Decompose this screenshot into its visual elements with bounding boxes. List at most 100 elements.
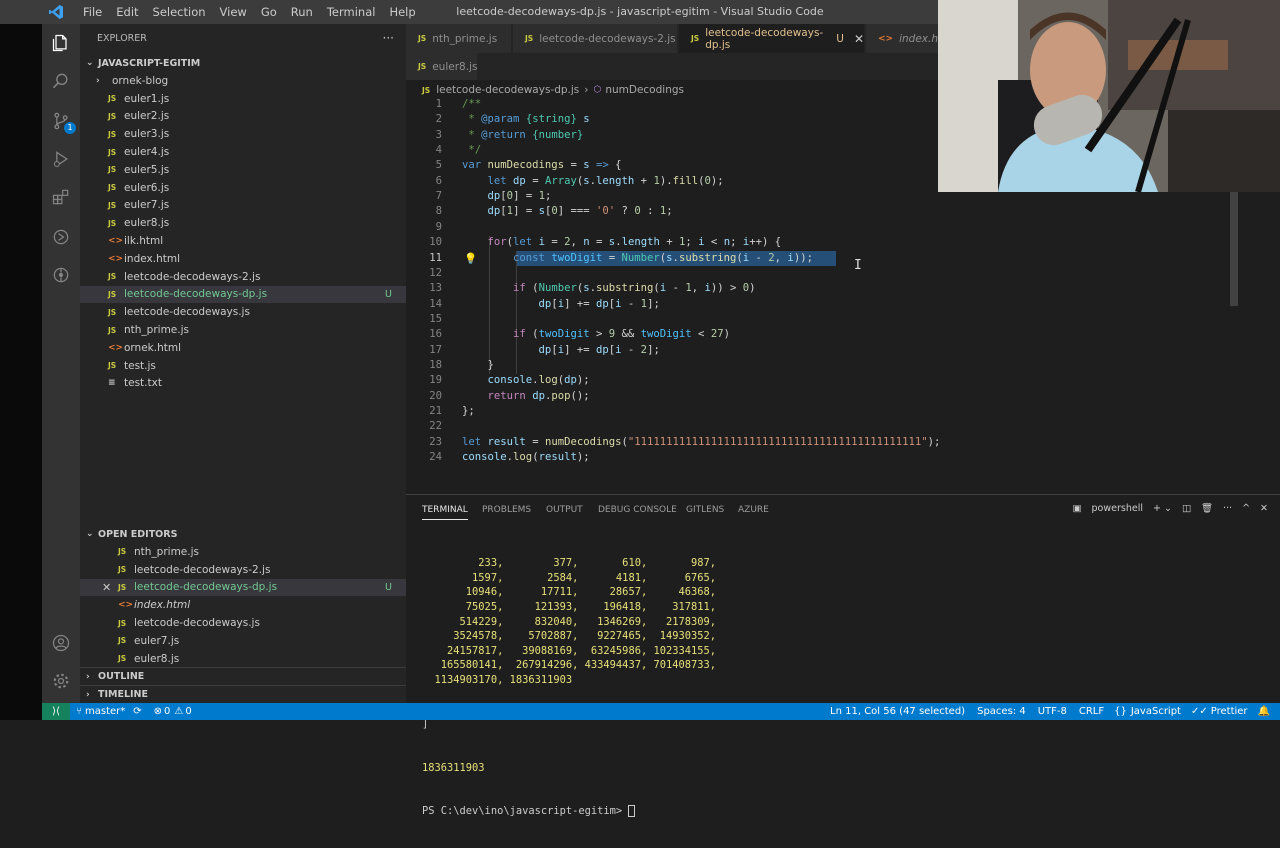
file-label: nth_prime.js: [124, 324, 189, 337]
account-icon[interactable]: [50, 632, 72, 654]
line-number: 11: [429, 251, 442, 264]
search-icon[interactable]: [50, 70, 72, 92]
breadcrumb-separator-icon: ›: [584, 84, 589, 96]
project-section-header[interactable]: ⌄ JAVASCRIPT-EGITIM: [80, 54, 406, 72]
bell-icon[interactable]: 🔔: [1258, 706, 1270, 717]
js-file-icon: JS: [108, 325, 117, 335]
js-file-icon: JS: [108, 147, 117, 157]
open-editors-list: JS nth_prime.js JS leetcode-decodeways-2.js…: [80, 543, 406, 668]
cursor-position[interactable]: Ln 11, Col 56 (47 selected): [830, 706, 965, 717]
tab-nth-prime[interactable]: JS nth_prime.js: [406, 24, 512, 53]
tab-euler8[interactable]: JS euler8.js: [406, 53, 478, 80]
open-editor-item[interactable]: JS euler7.js: [80, 632, 406, 650]
outline-header[interactable]: › OUTLINE: [80, 667, 406, 685]
open-editor-item[interactable]: JS leetcode-decodeways-2.js: [80, 561, 406, 579]
shell-name[interactable]: powershell: [1092, 503, 1143, 514]
open-editor-item[interactable]: JS nth_prime.js: [80, 543, 406, 561]
tab-decodeways-dp[interactable]: JS leetcode-decodeways-dp.js U ✕: [679, 24, 865, 53]
menu-edit[interactable]: Edit: [109, 0, 145, 24]
tab-azure[interactable]: AZURE: [738, 505, 769, 515]
tab-debug-console[interactable]: DEBUG CONSOLE: [598, 505, 677, 515]
sync-icon[interactable]: ⟳: [133, 706, 141, 717]
open-editor-item[interactable]: ✕ JS leetcode-decodeways-dp.js U: [80, 578, 406, 597]
tab-decodeways-2[interactable]: JS leetcode-decodeways-2.js: [513, 24, 678, 53]
file-item[interactable]: <> ilk.html: [80, 232, 406, 250]
breadcrumb-symbol[interactable]: numDecodings: [605, 84, 684, 96]
timeline-header[interactable]: › TIMELINE: [80, 685, 406, 703]
file-item[interactable]: JS euler7.js: [80, 197, 406, 215]
close-panel-icon[interactable]: ✕: [1260, 503, 1268, 514]
tab-index-html[interactable]: <> index.html: [866, 24, 955, 53]
more-actions-icon[interactable]: ···: [383, 31, 394, 45]
file-item[interactable]: <> index.html: [80, 250, 406, 268]
file-item[interactable]: JS leetcode-decodeways.js: [80, 303, 406, 321]
file-item[interactable]: JS nth_prime.js: [80, 321, 406, 339]
file-item[interactable]: JS leetcode-decodeways-dp.js U: [80, 285, 406, 304]
open-editors-header[interactable]: ⌄ OPEN EDITORS: [80, 525, 406, 543]
settings-gear-icon[interactable]: [50, 670, 72, 692]
file-item[interactable]: <> ornek.html: [80, 339, 406, 357]
line-number: 24: [429, 451, 442, 464]
branch-name[interactable]: master*: [85, 706, 125, 717]
tab-gitlens[interactable]: GITLENS: [686, 505, 724, 515]
code-line: 10 for(let i = 2, n = s.length + 1; i < …: [406, 236, 1280, 251]
tab-terminal[interactable]: TERMINAL: [422, 505, 468, 520]
gitlens-icon[interactable]: [50, 264, 72, 286]
breadcrumb-file[interactable]: leetcode-decodeways-dp.js: [436, 84, 579, 96]
editor-scrollbar[interactable]: [1230, 186, 1238, 306]
maximize-panel-icon[interactable]: ^: [1242, 503, 1250, 514]
menu-help[interactable]: Help: [382, 0, 422, 24]
split-terminal-icon[interactable]: ◫: [1182, 503, 1191, 514]
formatter[interactable]: Prettier: [1211, 706, 1248, 717]
menu-view[interactable]: View: [213, 0, 254, 24]
file-item[interactable]: JS euler1.js: [80, 90, 406, 108]
source-control-icon[interactable]: 1: [50, 110, 76, 134]
run-debug-icon[interactable]: [50, 148, 72, 170]
terminal-output[interactable]: 233, 377, 610, 987, 1597, 2584, 4181, 67…: [422, 527, 716, 848]
menu-go[interactable]: Go: [254, 0, 284, 24]
file-label: leetcode-decodeways.js: [124, 306, 250, 319]
close-icon[interactable]: ✕: [102, 581, 111, 594]
code-line: 18 }: [406, 359, 1280, 374]
js-file-icon: JS: [108, 218, 117, 228]
menu-file[interactable]: File: [76, 0, 109, 24]
close-icon[interactable]: ✕: [854, 32, 864, 46]
error-count[interactable]: 0: [164, 706, 170, 717]
indentation[interactable]: Spaces: 4: [977, 706, 1026, 717]
file-item[interactable]: JS euler3.js: [80, 125, 406, 143]
extensions-icon[interactable]: [50, 186, 72, 208]
tab-problems[interactable]: PROBLEMS: [482, 505, 531, 515]
file-item[interactable]: JS euler6.js: [80, 179, 406, 197]
tab-output[interactable]: OUTPUT: [546, 505, 583, 515]
warning-count[interactable]: 0: [185, 706, 191, 717]
menu-selection[interactable]: Selection: [146, 0, 213, 24]
new-terminal-icon[interactable]: + ⌄: [1153, 503, 1172, 514]
more-actions-icon[interactable]: ···: [1223, 503, 1232, 514]
menu-run[interactable]: Run: [284, 0, 320, 24]
open-editor-item[interactable]: <> index.html: [80, 596, 406, 614]
language-mode[interactable]: JavaScript: [1131, 706, 1181, 717]
file-label: index.html: [124, 252, 180, 265]
menu-terminal[interactable]: Terminal: [320, 0, 383, 24]
explorer-icon[interactable]: [50, 32, 72, 54]
trash-icon[interactable]: 🗑: [1201, 503, 1213, 514]
explorer-title: EXPLORER: [97, 32, 147, 44]
file-item[interactable]: JS leetcode-decodeways-2.js: [80, 268, 406, 286]
file-item[interactable]: JS euler5.js: [80, 161, 406, 179]
line-number: 20: [429, 389, 442, 402]
window-title: leetcode-decodeways-dp.js - javascript-e…: [456, 5, 824, 18]
file-item[interactable]: JS euler8.js: [80, 214, 406, 232]
line-ending[interactable]: CRLF: [1079, 706, 1104, 717]
file-item[interactable]: JS test.js: [80, 357, 406, 375]
file-item[interactable]: ≡ test.txt: [80, 375, 406, 393]
encoding[interactable]: UTF-8: [1038, 706, 1067, 717]
js-file-icon: JS: [118, 582, 127, 592]
js-file-icon: JS: [108, 307, 117, 317]
remote-explorer-icon[interactable]: [50, 226, 72, 248]
folder-item[interactable]: › ornek-blog: [80, 72, 406, 90]
file-item[interactable]: JS euler4.js: [80, 143, 406, 161]
open-editor-item[interactable]: JS euler8.js: [80, 650, 406, 668]
remote-icon[interactable]: ⟩⟨: [42, 703, 70, 720]
open-editor-item[interactable]: JS leetcode-decodeways.js: [80, 614, 406, 632]
file-item[interactable]: JS euler2.js: [80, 108, 406, 126]
